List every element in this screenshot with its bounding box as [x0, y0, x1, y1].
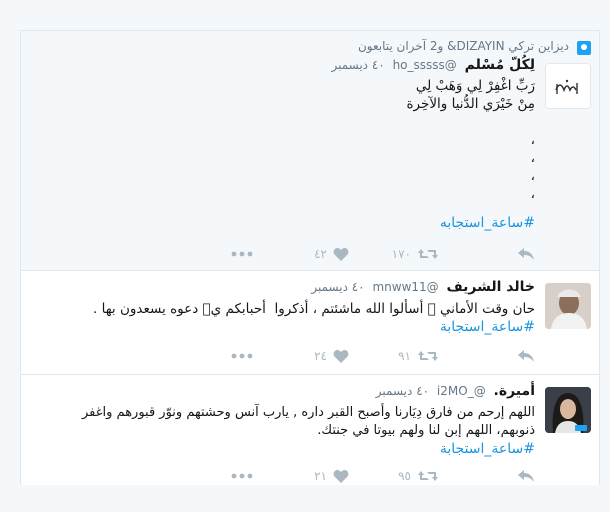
- retweet-icon: [418, 471, 438, 481]
- tweet-item[interactable]: ديزاين تركي DIZAYIN& و2 آخران يتابعون لِ…: [21, 31, 599, 271]
- avatar[interactable]: [545, 387, 591, 433]
- more-dots-icon: [231, 251, 253, 257]
- heart-icon: [333, 469, 349, 483]
- user-handle[interactable]: @mnww11: [372, 280, 438, 294]
- retweet-button[interactable]: ١٧٠: [392, 245, 439, 263]
- retweet-button[interactable]: ٩٥: [398, 467, 439, 485]
- tweet-text: حان وقت الأماني ۛ أسألوا الله ماشئتم ، أ…: [93, 301, 535, 317]
- user-handle[interactable]: @ho_sssss: [393, 58, 457, 72]
- display-name[interactable]: خالد الشريف: [446, 279, 535, 295]
- display-name[interactable]: لِكُلّ مُسْلم: [465, 57, 535, 73]
- hashtag-link[interactable]: #ساعة_استجابة: [440, 319, 535, 335]
- reply-icon: [518, 248, 534, 260]
- like-count: ٢٤: [314, 349, 327, 363]
- tweet-item[interactable]: خالد الشريف @mnww11 ٤٠ ديسمبر حان وقت ال…: [21, 271, 599, 375]
- user-photo-icon: [545, 283, 591, 329]
- avatar[interactable]: [545, 63, 591, 109]
- timestamp[interactable]: ٤٠ ديسمبر: [331, 58, 384, 72]
- avatar[interactable]: [545, 283, 591, 329]
- retweet-button[interactable]: ٩١: [398, 347, 439, 365]
- user-photo-icon: [545, 387, 591, 433]
- user-handle[interactable]: @_i2MO: [437, 384, 486, 398]
- retweet-icon: [418, 351, 438, 361]
- tweet-text: اللهم إرحم من فارق دِيَارنا وأصبح القبر …: [81, 405, 535, 438]
- timestamp[interactable]: ٤٠ ديسمبر: [376, 384, 429, 398]
- more-dots-icon: [231, 473, 253, 479]
- hashtag-link[interactable]: #ساعة_استجابه: [440, 215, 535, 231]
- tweet-actions: ٩٥ ٢١: [95, 467, 535, 485]
- page-footer-background: [0, 485, 610, 512]
- hashtag-link[interactable]: #ساعة_استجابة: [440, 441, 535, 457]
- tweet-text: رَبِّ اغْفِرْ لِي وَهَبْ لِي مِنْ خَيْرَ…: [406, 78, 535, 202]
- calligraphy-logo-icon: [546, 64, 590, 108]
- heart-icon: [333, 349, 349, 363]
- display-name[interactable]: أميرة.: [494, 383, 535, 399]
- timeline: ديزاين تركي DIZAYIN& و2 آخران يتابعون لِ…: [20, 30, 600, 485]
- follower-context[interactable]: ديزاين تركي DIZAYIN& و2 آخران يتابعون: [358, 39, 569, 53]
- more-dots-icon: [231, 353, 253, 359]
- reply-button[interactable]: [517, 467, 535, 485]
- like-button[interactable]: ٢١: [314, 467, 349, 485]
- tweet-actions: ٩١ ٢٤: [95, 347, 535, 365]
- more-options-button[interactable]: [231, 467, 253, 485]
- retweet-count: ٩٥: [398, 469, 411, 483]
- like-count: ٤٢: [314, 247, 327, 261]
- tweet-header: أميرة. @_i2MO ٤٠ ديسمبر: [376, 383, 535, 399]
- heart-icon: [333, 247, 349, 261]
- more-options-button[interactable]: [231, 245, 253, 263]
- follower-context-icon: [577, 41, 591, 55]
- retweet-count: ١٧٠: [391, 247, 411, 261]
- tweet-header: خالد الشريف @mnww11 ٤٠ ديسمبر: [311, 279, 535, 295]
- reply-button[interactable]: [517, 245, 535, 263]
- tweet-actions: ١٧٠ ٤٢: [95, 245, 535, 263]
- reply-icon: [518, 470, 534, 482]
- like-button[interactable]: ٤٢: [314, 245, 349, 263]
- like-button[interactable]: ٢٤: [314, 347, 349, 365]
- like-count: ٢١: [314, 469, 327, 483]
- timestamp[interactable]: ٤٠ ديسمبر: [311, 280, 364, 294]
- retweet-icon: [418, 249, 438, 259]
- reply-icon: [518, 350, 534, 362]
- more-options-button[interactable]: [231, 347, 253, 365]
- tweet-item[interactable]: أميرة. @_i2MO ٤٠ ديسمبر اللهم إرحم من فا…: [21, 375, 599, 485]
- tweet-header: لِكُلّ مُسْلم @ho_sssss ٤٠ ديسمبر: [331, 57, 535, 73]
- retweet-count: ٩١: [398, 349, 411, 363]
- reply-button[interactable]: [517, 347, 535, 365]
